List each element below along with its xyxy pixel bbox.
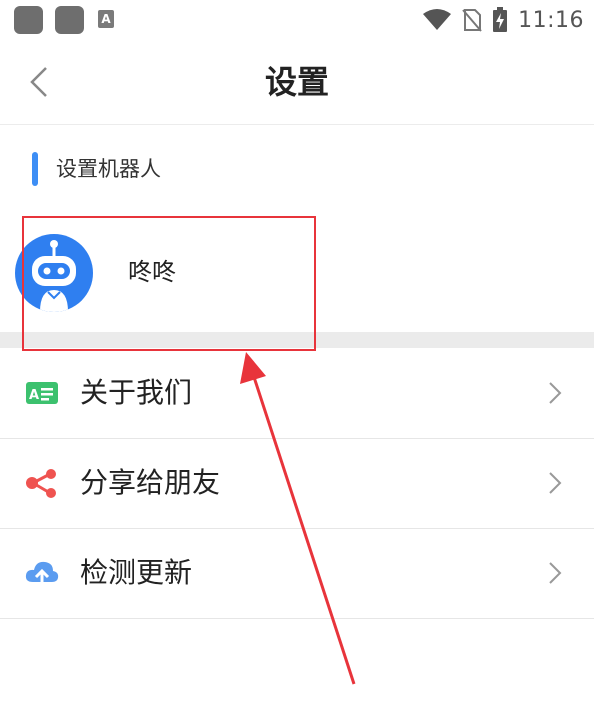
menu-item-share[interactable]: 分享给朋友	[0, 438, 594, 529]
cloud-upload-icon	[25, 561, 59, 586]
page-title: 设置	[264, 63, 329, 101]
menu-item-update[interactable]: 检测更新	[0, 528, 594, 619]
section-accent-bar	[32, 152, 38, 186]
notification-icon	[14, 6, 43, 34]
wifi-icon	[423, 9, 452, 30]
app-badge-icon: A	[98, 10, 114, 28]
menu-item-label: 检测更新	[80, 556, 193, 589]
section-title: 设置机器人	[56, 157, 161, 181]
back-button[interactable]	[22, 60, 62, 104]
robot-name: 咚咚	[128, 258, 176, 286]
battery-charging-icon	[493, 7, 508, 32]
notification-icon	[55, 6, 84, 34]
chevron-right-icon	[549, 382, 562, 404]
chevron-right-icon	[549, 472, 562, 494]
about-card-icon: A	[26, 382, 58, 404]
app-header: 设置	[0, 40, 594, 125]
status-bar: A 11:16	[0, 0, 594, 40]
no-sim-icon	[462, 9, 482, 32]
menu-item-label: 关于我们	[80, 376, 193, 409]
clock: 11:16	[518, 7, 584, 33]
section-divider	[0, 332, 594, 348]
back-chevron-icon	[30, 67, 47, 97]
menu-item-label: 分享给朋友	[80, 466, 221, 499]
chevron-right-icon	[549, 562, 562, 584]
svg-text:A: A	[29, 388, 39, 403]
robot-avatar-icon	[15, 234, 93, 312]
robot-item[interactable]: 咚咚	[0, 212, 594, 332]
menu-item-about[interactable]: A 关于我们	[0, 348, 594, 439]
share-icon	[26, 469, 56, 498]
